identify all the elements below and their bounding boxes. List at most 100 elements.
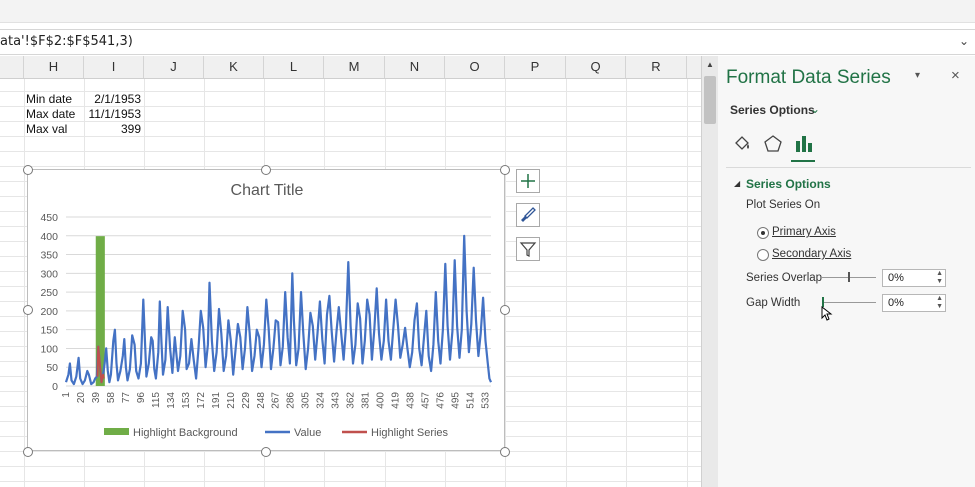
collapse-icon[interactable]: ◢ (734, 179, 740, 188)
x-tick-label: 134 (166, 392, 177, 409)
scroll-up-icon[interactable]: ▲ (702, 58, 718, 72)
spin-down-icon[interactable]: ▼ (936, 303, 943, 310)
x-tick-label: 20 (76, 392, 87, 404)
series-overlap-value[interactable]: 0% (888, 272, 904, 284)
x-tick-label: 39 (91, 392, 102, 404)
y-tick-label: 400 (40, 231, 58, 243)
column-header-m[interactable]: M (324, 56, 385, 78)
paint-bucket-icon[interactable] (732, 134, 752, 154)
gap-width-value[interactable]: 0% (888, 297, 904, 309)
column-header-n[interactable]: N (385, 56, 445, 78)
chart-resize-handle[interactable] (23, 165, 33, 175)
min-date-value[interactable]: 2/1/1953 (84, 92, 141, 106)
ribbon-strip (0, 0, 975, 23)
chart-resize-handle[interactable] (23, 305, 33, 315)
y-tick-label: 0 (52, 381, 58, 393)
primary-axis-radio[interactable] (757, 227, 769, 239)
x-tick-label: 419 (391, 392, 402, 409)
chart-elements-button[interactable] (516, 169, 540, 193)
pane-options-dropdown-icon[interactable]: ▾ (915, 70, 920, 81)
x-tick-label: 77 (121, 392, 132, 404)
chart-styles-button[interactable] (516, 203, 540, 227)
series-overlap-slider-thumb[interactable] (848, 272, 850, 282)
y-tick-label: 450 (40, 212, 58, 224)
paintbrush-icon (521, 207, 536, 222)
formula-text[interactable]: ata'!$F$2:$F$541,3) (0, 34, 133, 49)
chart-resize-handle[interactable] (500, 305, 510, 315)
series-overlap-spinner[interactable]: 0% ▲ ▼ (882, 269, 946, 287)
series-overlap-label: Series Overlap (746, 272, 823, 284)
value-series-line (64, 234, 493, 386)
format-pane: Format Data Series ▾ × Series Options ⌄ … (718, 56, 975, 487)
x-tick-label: 305 (301, 392, 312, 409)
column-header-i[interactable]: I (84, 56, 144, 78)
x-tick-label: 362 (346, 392, 357, 409)
divider (726, 167, 971, 168)
gap-width-label: Gap Width (746, 297, 801, 309)
gap-width-spinner[interactable]: 0% ▲ ▼ (882, 294, 946, 312)
x-tick-label: 172 (196, 392, 207, 409)
x-tick-label: 533 (480, 392, 491, 409)
min-date-label[interactable]: Min date (26, 92, 72, 106)
max-val-label[interactable]: Max val (26, 122, 67, 136)
section-title[interactable]: Series Options (746, 177, 831, 191)
legend-label: Value (294, 427, 321, 439)
column-headers: H I J K L M N O P Q R (0, 56, 701, 79)
y-tick-label: 150 (40, 325, 58, 337)
pentagon-icon[interactable] (763, 134, 783, 154)
x-tick-label: 1 (61, 392, 72, 398)
y-tick-label: 200 (40, 306, 58, 318)
spin-down-icon[interactable]: ▼ (936, 278, 943, 285)
pane-title: Format Data Series (726, 67, 891, 88)
legend-label: Highlight Background (133, 427, 238, 439)
vertical-scrollbar[interactable]: ▲ (701, 56, 719, 487)
x-tick-label: 495 (451, 392, 462, 409)
x-tick-label: 58 (106, 392, 117, 404)
column-header-h[interactable]: H (24, 56, 84, 78)
chart-area[interactable]: Chart Title 0 50 100 150 200 250 300 350 400 450 1… (27, 169, 505, 451)
column-header-j[interactable]: J (144, 56, 204, 78)
x-tick-label: 115 (151, 392, 162, 408)
formula-bar[interactable]: ata'!$F$2:$F$541,3) ⌄ (0, 29, 975, 55)
formula-expand-icon[interactable]: ⌄ (955, 32, 973, 50)
secondary-axis-radio[interactable] (757, 249, 769, 261)
spin-up-icon[interactable]: ▲ (936, 270, 943, 277)
filter-icon (519, 242, 537, 257)
max-date-label[interactable]: Max date (26, 107, 75, 121)
chart-resize-handle[interactable] (261, 447, 271, 457)
column-header-p[interactable]: P (505, 56, 566, 78)
series-options-dropdown[interactable]: Series Options (730, 103, 815, 117)
max-val-value[interactable]: 399 (84, 122, 141, 136)
chart-resize-handle[interactable] (500, 447, 510, 457)
column-header-k[interactable]: K (204, 56, 264, 78)
x-tick-label: 96 (136, 392, 147, 404)
x-tick-label: 343 (331, 392, 342, 409)
active-tab-indicator (791, 160, 815, 162)
column-header-o[interactable]: O (445, 56, 505, 78)
gap-width-slider[interactable] (822, 302, 876, 303)
secondary-axis-label[interactable]: Secondary Axis (772, 248, 851, 260)
y-tick-label: 250 (40, 287, 58, 299)
plus-icon (521, 174, 535, 188)
chart-plot[interactable]: 0 50 100 150 200 250 300 350 400 450 1 20 39 58 77 96 11… (28, 170, 504, 450)
x-tick-label: 153 (181, 392, 192, 409)
chevron-down-icon[interactable]: ⌄ (810, 102, 820, 116)
column-header-q[interactable]: Q (566, 56, 626, 78)
spin-up-icon[interactable]: ▲ (936, 295, 943, 302)
close-icon[interactable]: × (951, 67, 960, 84)
chart-filters-button[interactable] (516, 237, 540, 261)
scroll-thumb[interactable] (704, 76, 716, 124)
column-header-l[interactable]: L (264, 56, 324, 78)
chart-resize-handle[interactable] (261, 165, 271, 175)
column-header-r[interactable]: R (626, 56, 687, 78)
x-tick-label: 457 (421, 392, 432, 409)
chart-resize-handle[interactable] (500, 165, 510, 175)
primary-axis-label[interactable]: Primary Axis (772, 226, 836, 238)
max-date-value[interactable]: 11/1/1953 (84, 107, 142, 121)
row-header-corner[interactable] (0, 56, 24, 78)
x-tick-label: 438 (406, 392, 417, 409)
x-tick-label: 514 (465, 392, 476, 409)
x-tick-label: 267 (271, 392, 282, 409)
bar-chart-icon[interactable] (794, 134, 814, 154)
chart-resize-handle[interactable] (23, 447, 33, 457)
